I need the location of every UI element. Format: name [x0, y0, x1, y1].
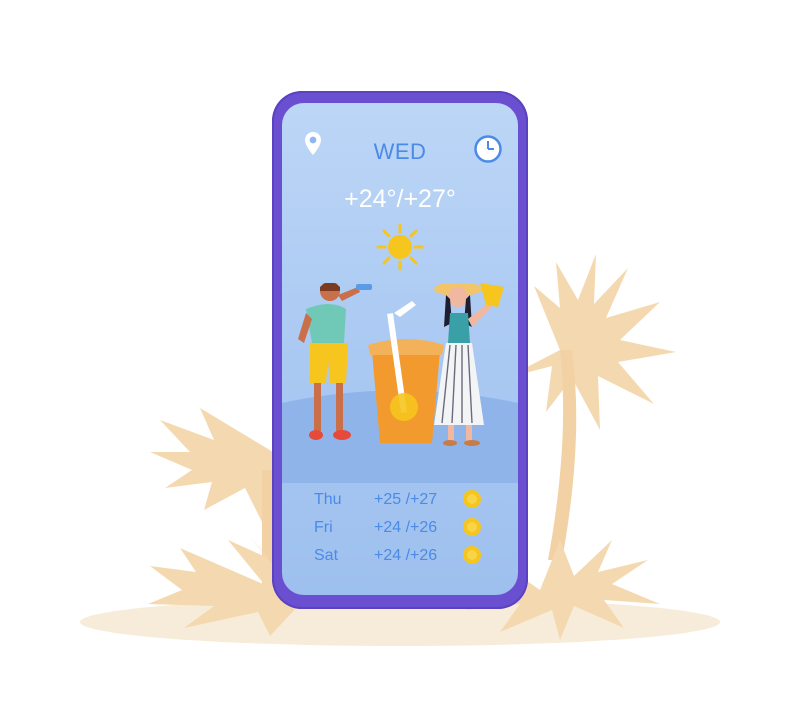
palm-tree-right [506, 254, 676, 560]
forecast-day: Sat [314, 547, 339, 564]
app-screen: WED +24°/+27° Thu +25 /+27 Fri +24 /+26 … [282, 103, 518, 595]
sun-icon [376, 223, 424, 271]
summer-illustration [282, 283, 518, 483]
forecast-day: Fri [314, 519, 333, 536]
forecast-temperature: +24 /+26 [374, 519, 438, 536]
clock-icon[interactable] [474, 135, 502, 163]
forecast-temperature: +25 /+27 [374, 491, 438, 508]
weather-app-scene: WED +24°/+27° Thu +25 /+27 Fri +24 /+26 … [0, 0, 800, 727]
forecast-day: Thu [314, 491, 342, 508]
forecast-row-fri[interactable]: Fri +24 /+26 [282, 515, 518, 543]
sun-icon [463, 490, 481, 508]
sun-icon [463, 546, 481, 564]
forecast-temperature: +24 /+26 [374, 547, 438, 564]
forecast-row-thu[interactable]: Thu +25 /+27 [282, 487, 518, 515]
smartphone-frame: WED +24°/+27° Thu +25 /+27 Fri +24 /+26 … [272, 91, 528, 609]
forecast-row-sat[interactable]: Sat +24 /+26 [282, 543, 518, 571]
forecast-list: Thu +25 /+27 Fri +24 /+26 Sat +24 /+26 [282, 487, 518, 571]
iced-drink [368, 301, 444, 443]
sun-icon [463, 518, 481, 536]
current-temperature: +24°/+27° [344, 185, 456, 213]
